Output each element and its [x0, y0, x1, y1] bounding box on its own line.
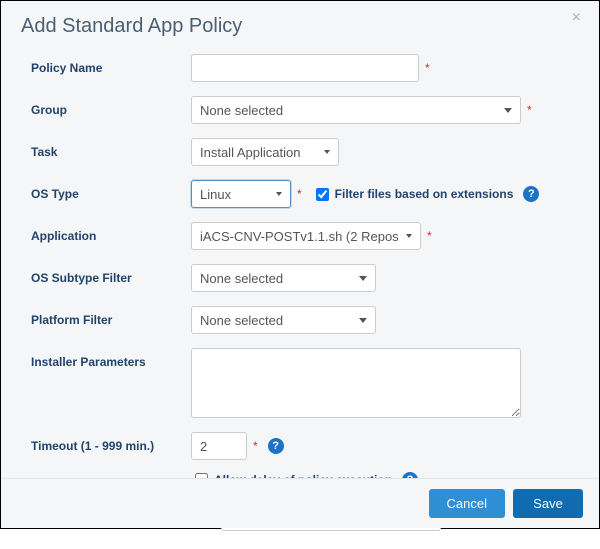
label-os-type: OS Type — [31, 180, 191, 201]
chevron-down-icon — [359, 318, 367, 323]
label-timeout: Timeout (1 - 999 min.) — [31, 432, 191, 453]
required-icon: * — [425, 61, 430, 75]
chevron-down-icon — [276, 192, 282, 196]
modal-title: Add Standard App Policy — [21, 15, 579, 38]
modal-footer: Cancel Save — [1, 478, 599, 528]
os-type-select[interactable]: Linux — [191, 180, 291, 208]
os-subtype-select[interactable]: None selected — [191, 264, 376, 292]
save-button[interactable]: Save — [513, 489, 583, 518]
application-value: iACS-CNV-POSTv1.1.sh (2 Reposi — [200, 229, 398, 244]
row-platform-filter: Platform Filter None selected — [31, 306, 579, 334]
os-type-value: Linux — [200, 187, 231, 202]
group-select[interactable]: None selected — [191, 96, 521, 124]
platform-filter-select[interactable]: None selected — [191, 306, 376, 334]
chevron-down-icon — [504, 108, 512, 113]
row-os-subtype: OS Subtype Filter None selected — [31, 264, 579, 292]
task-select[interactable]: Install Application — [191, 138, 339, 166]
help-icon[interactable]: ? — [268, 438, 284, 454]
installer-params-textarea[interactable] — [191, 348, 521, 418]
required-icon: * — [527, 103, 532, 117]
filter-ext-checkbox[interactable] — [316, 188, 329, 201]
row-timeout: Timeout (1 - 999 min.) * ? — [31, 432, 579, 460]
label-group: Group — [31, 96, 191, 117]
label-application: Application — [31, 222, 191, 243]
required-icon: * — [253, 439, 258, 453]
help-icon[interactable]: ? — [523, 186, 539, 202]
filter-ext-label: Filter files based on extensions — [335, 187, 514, 201]
row-application: Application iACS-CNV-POSTv1.1.sh (2 Repo… — [31, 222, 579, 250]
required-icon: * — [297, 187, 302, 201]
platform-filter-value: None selected — [200, 313, 283, 328]
required-icon: * — [427, 229, 432, 243]
chevron-down-icon — [406, 234, 412, 238]
os-subtype-value: None selected — [200, 271, 283, 286]
row-task: Task Install Application — [31, 138, 579, 166]
modal-header: Add Standard App Policy × — [1, 1, 599, 44]
add-standard-app-policy-modal: Add Standard App Policy × Policy Name * … — [0, 0, 600, 529]
row-group: Group None selected * — [31, 96, 579, 124]
label-installer-params: Installer Parameters — [31, 348, 191, 369]
cancel-button[interactable]: Cancel — [429, 489, 505, 518]
policy-name-input[interactable] — [191, 54, 419, 82]
group-select-value: None selected — [200, 103, 283, 118]
close-icon[interactable]: × — [566, 7, 587, 29]
task-select-value: Install Application — [200, 145, 300, 160]
label-platform-filter: Platform Filter — [31, 306, 191, 327]
modal-body: Policy Name * Group None selected * Task — [1, 44, 599, 549]
row-policy-name: Policy Name * — [31, 54, 579, 82]
chevron-down-icon — [359, 276, 367, 281]
application-select[interactable]: iACS-CNV-POSTv1.1.sh (2 Reposi — [191, 222, 421, 250]
timeout-input[interactable] — [191, 432, 247, 460]
label-policy-name: Policy Name — [31, 54, 191, 75]
filter-ext-checkbox-wrap: Filter files based on extensions — [312, 185, 514, 204]
row-os-type: OS Type Linux * Filter files based on ex… — [31, 180, 579, 208]
chevron-down-icon — [324, 150, 330, 154]
label-task: Task — [31, 138, 191, 159]
row-installer-params: Installer Parameters — [31, 348, 579, 418]
label-os-subtype: OS Subtype Filter — [31, 264, 191, 285]
